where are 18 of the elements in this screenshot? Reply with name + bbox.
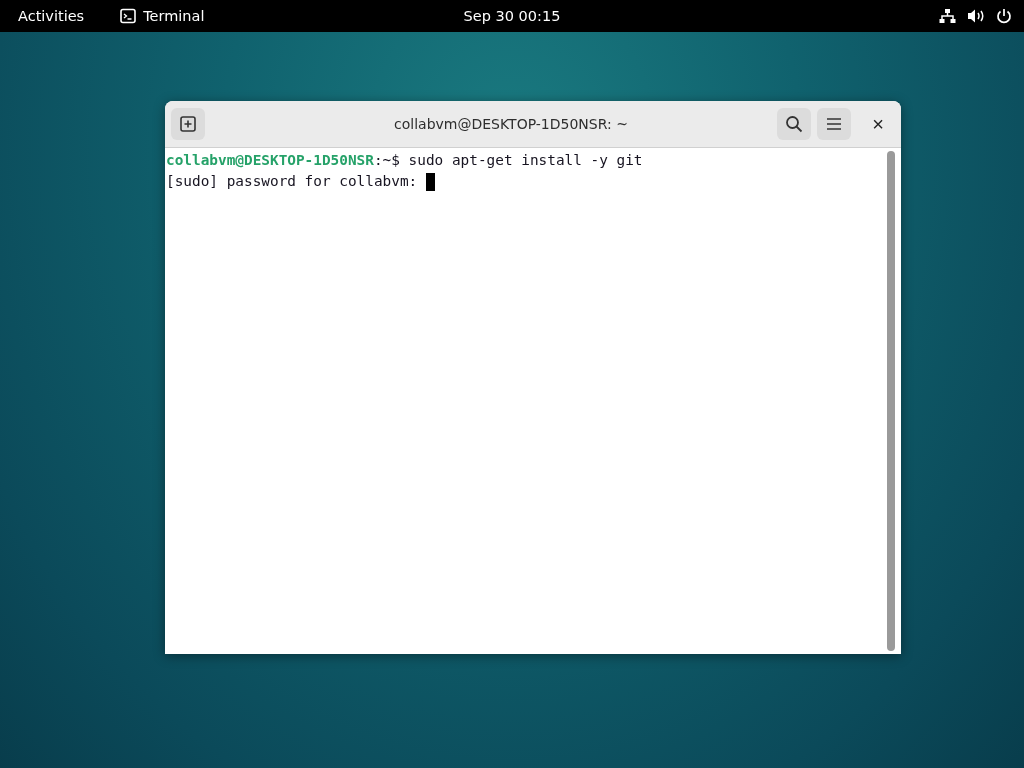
menu-button[interactable] — [817, 108, 851, 140]
menu-icon — [826, 117, 842, 131]
network-icon[interactable] — [939, 8, 956, 24]
scrollbar-thumb[interactable] — [887, 151, 895, 651]
search-button[interactable] — [777, 108, 811, 140]
volume-icon[interactable] — [967, 8, 985, 24]
search-icon — [785, 115, 803, 133]
output-line: [sudo] password for collabvm: — [166, 172, 418, 191]
close-button[interactable]: × — [861, 108, 895, 140]
activities-button[interactable]: Activities — [18, 8, 85, 24]
new-tab-button[interactable] — [171, 108, 205, 140]
command-line: collabvm@DESKTOP-1D50NSR:~$ sudo apt-get install -y git — [166, 151, 643, 170]
power-icon[interactable] — [996, 8, 1012, 24]
plus-box-icon — [180, 116, 196, 132]
terminal-icon — [120, 8, 137, 24]
app-menu[interactable]: Terminal — [143, 8, 205, 24]
window-title: collabvm@DESKTOP-1D50NSR: ~ — [393, 116, 629, 132]
clock[interactable]: Sep 30 00:15 — [463, 8, 561, 24]
